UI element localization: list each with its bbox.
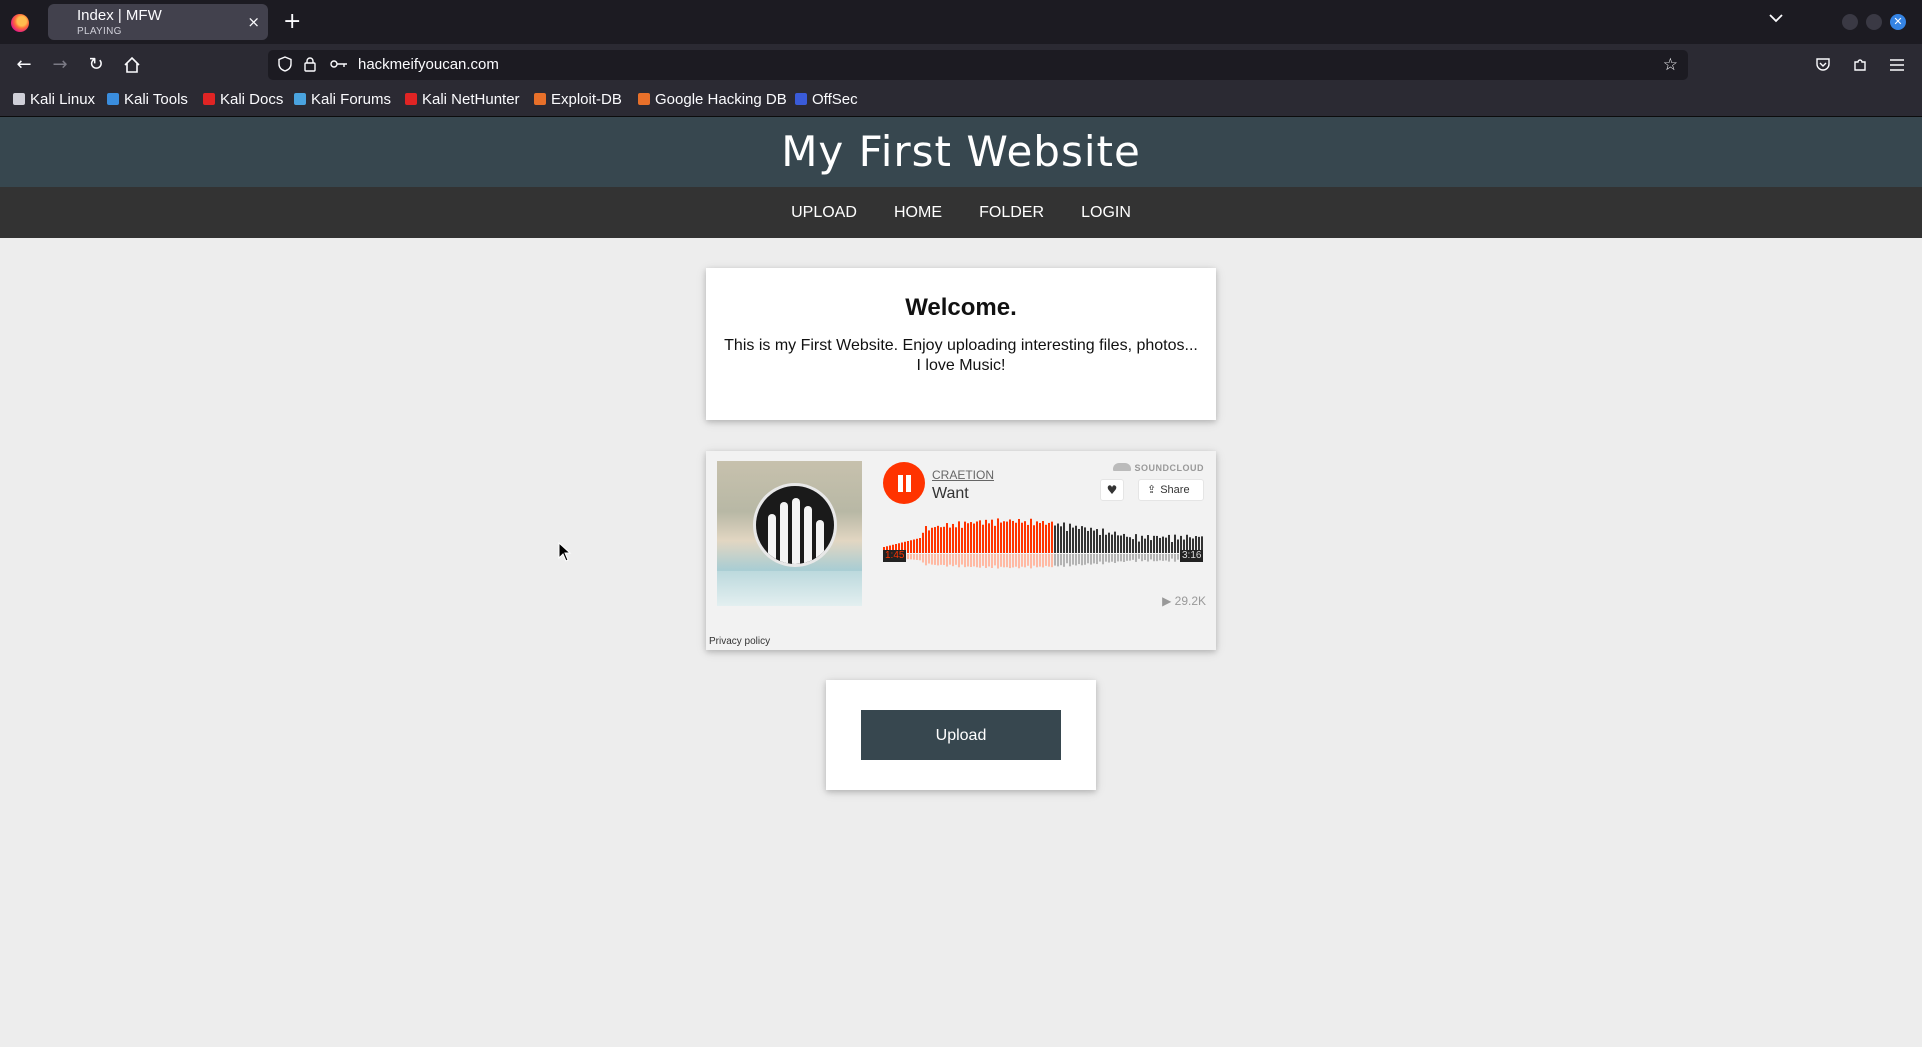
home-icon[interactable]	[123, 56, 141, 74]
bookmark-kali-nethunter[interactable]: Kali NetHunter	[405, 91, 520, 108]
bookmark-google-hacking-db[interactable]: Google Hacking DB	[638, 91, 787, 108]
ghdb-icon	[638, 93, 650, 105]
exploit-db-icon	[534, 93, 546, 105]
shield-icon[interactable]	[278, 56, 292, 72]
site-header: My First Website	[0, 117, 1922, 187]
new-tab-button[interactable]: +	[283, 8, 301, 36]
bookmark-kali-docs[interactable]: Kali Docs	[203, 91, 283, 108]
welcome-card: Welcome. This is my First Website. Enjoy…	[706, 268, 1216, 420]
menu-hamburger-icon[interactable]	[1889, 58, 1905, 72]
close-window-icon[interactable]: ✕	[1890, 14, 1906, 30]
tab-close-icon[interactable]: ×	[247, 13, 260, 31]
upload-button[interactable]: Upload	[861, 710, 1061, 760]
artist-link[interactable]: CRAETION	[932, 468, 994, 482]
share-button[interactable]: ⇪ Share	[1138, 479, 1204, 501]
bookmark-star-icon[interactable]: ☆	[1663, 55, 1678, 75]
pocket-icon[interactable]	[1815, 57, 1831, 73]
nav-home[interactable]: HOME	[878, 187, 958, 238]
welcome-heading: Welcome.	[905, 294, 1017, 321]
pause-button[interactable]	[883, 462, 925, 504]
track-title[interactable]: Want	[932, 485, 969, 503]
kali-forums-icon	[294, 93, 306, 105]
reload-icon[interactable]: ↻	[86, 55, 106, 75]
kali-docs-icon	[203, 93, 215, 105]
nav-upload[interactable]: UPLOAD	[775, 187, 873, 238]
upload-card: Upload	[826, 680, 1096, 790]
tab-title: Index | MFW	[77, 7, 162, 24]
bookmark-offsec[interactable]: OffSec	[795, 91, 858, 108]
welcome-text: This is my First Website. Enjoy uploadin…	[724, 337, 1198, 374]
bookmark-kali-forums[interactable]: Kali Forums	[294, 91, 391, 108]
current-time: 1:45	[883, 550, 907, 562]
share-icon: ⇪	[1147, 484, 1157, 496]
site-title: My First Website	[781, 127, 1141, 176]
firefox-icon[interactable]	[11, 14, 29, 32]
waveform[interactable]	[883, 517, 1205, 573]
kali-tools-icon	[107, 93, 119, 105]
bookmark-kali-tools[interactable]: Kali Tools	[107, 91, 188, 108]
minimize-window-icon[interactable]	[1842, 14, 1858, 30]
artwork-water	[717, 571, 862, 606]
offsec-icon	[795, 93, 807, 105]
soundcloud-player: CRAETION Want SOUNDCLOUD ♥ ⇪ Share 1:45 3…	[706, 451, 1216, 650]
forward-arrow-icon[interactable]: →	[50, 55, 70, 75]
site-nav: UPLOAD HOME FOLDER LOGIN	[0, 187, 1922, 238]
url-bar[interactable]: hackmeifyoucan.com ☆	[268, 50, 1688, 80]
mouse-cursor-icon	[558, 542, 572, 562]
soundcloud-cloud-icon	[1112, 463, 1131, 471]
active-tab[interactable]: Index | MFW PLAYING ×	[48, 4, 268, 40]
artwork-disc	[753, 483, 837, 567]
bookmarks-toolbar: Kali Linux Kali Tools Kali Docs Kali For…	[0, 86, 1922, 117]
privacy-policy-link[interactable]: Privacy policy	[709, 636, 770, 647]
bookmark-exploit-db[interactable]: Exploit-DB	[534, 91, 622, 108]
nav-login[interactable]: LOGIN	[1065, 187, 1147, 238]
key-icon[interactable]	[330, 58, 348, 70]
like-heart-icon[interactable]: ♥	[1100, 479, 1124, 501]
nethunter-icon	[405, 93, 417, 105]
url-text[interactable]: hackmeifyoucan.com	[358, 56, 499, 73]
tab-list-chevron-down-icon[interactable]	[1769, 13, 1783, 23]
soundcloud-logo[interactable]: SOUNDCLOUD	[1112, 463, 1205, 473]
track-duration: 3:16	[1180, 550, 1204, 562]
track-artwork[interactable]	[717, 461, 862, 606]
play-count: ▶ 29.2K	[1162, 594, 1206, 608]
nav-folder[interactable]: FOLDER	[963, 187, 1060, 238]
tab-playing-status: PLAYING	[77, 26, 122, 37]
tab-strip: Index | MFW PLAYING × + ✕	[0, 0, 1922, 44]
back-arrow-icon[interactable]: ←	[14, 55, 34, 75]
maximize-window-icon[interactable]	[1866, 14, 1882, 30]
bookmark-kali-linux[interactable]: Kali Linux	[13, 91, 95, 108]
play-count-icon: ▶	[1162, 594, 1175, 608]
kali-dragon-icon	[13, 93, 25, 105]
lock-icon[interactable]	[304, 56, 316, 72]
navigation-toolbar: ← → ↻ hackmeifyoucan.com ☆	[0, 44, 1922, 86]
extensions-puzzle-icon[interactable]	[1852, 57, 1868, 73]
